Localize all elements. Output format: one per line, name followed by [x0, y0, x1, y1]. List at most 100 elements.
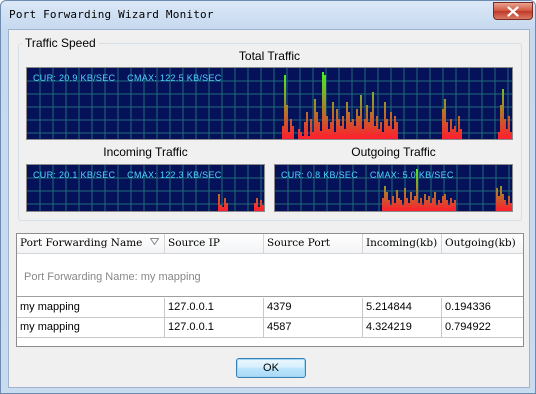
total-traffic-bar	[348, 112, 350, 139]
total-traffic-bar	[282, 126, 284, 139]
total-traffic-bar	[338, 119, 340, 139]
total-traffic-bar	[498, 132, 500, 139]
outgoing-traffic-bar	[414, 196, 416, 211]
total-traffic-bar	[362, 129, 364, 139]
total-traffic-bar	[290, 119, 292, 139]
total-traffic-bar	[356, 109, 358, 139]
table-row[interactable]: my mapping 127.0.0.1 4587 4.324219 0.794922	[17, 318, 523, 338]
outgoing-traffic-chart: CUR: 0.8 KB/SEC CMAX: 5.0 KB/SEC	[274, 164, 513, 212]
column-header-name[interactable]: Port Forwarding Name	[17, 234, 165, 254]
total-traffic-bar	[322, 72, 324, 139]
close-icon	[507, 5, 519, 17]
column-header-source-port[interactable]: Source Port	[264, 234, 363, 254]
table-cell: 0.794922	[445, 321, 491, 333]
total-traffic-bar	[328, 129, 330, 139]
incoming-traffic-bar	[256, 198, 258, 211]
traffic-speed-title: Traffic Speed	[22, 36, 99, 50]
outgoing-traffic-bar	[428, 196, 430, 211]
outgoing-traffic-bar	[434, 192, 436, 211]
group-row-label: Port Forwarding Name: my mapping	[24, 271, 201, 283]
total-cmax-value: CMAX: 122.5 KB/SEC	[127, 73, 222, 83]
total-traffic-bar	[302, 136, 304, 139]
outgoing-traffic-bar	[498, 196, 500, 211]
window-title: Port Forwarding Wizard Monitor	[9, 8, 214, 21]
close-button[interactable]	[493, 2, 533, 20]
table-cell: 5.214844	[363, 298, 442, 318]
outgoing-traffic-bar	[388, 200, 390, 211]
outgoing-traffic-bar	[418, 203, 420, 211]
outgoing-traffic-bar	[432, 198, 434, 211]
total-traffic-bar	[316, 112, 318, 139]
outgoing-traffic-bar	[398, 198, 400, 211]
total-traffic-bar	[444, 99, 446, 139]
column-header-name-label: Port Forwarding Name	[20, 237, 143, 249]
total-traffic-bar	[298, 129, 300, 139]
total-traffic-bar	[340, 126, 342, 139]
outgoing-traffic-bar	[420, 198, 422, 211]
total-traffic-bar	[354, 126, 356, 139]
title-bar[interactable]: Port Forwarding Wizard Monitor	[1, 1, 535, 29]
total-traffic-bar	[390, 112, 392, 139]
total-traffic-bar	[352, 119, 354, 139]
outgoing-traffic-bar	[384, 186, 386, 211]
outgoing-traffic-bar	[450, 198, 452, 211]
total-traffic-bar	[368, 122, 370, 139]
column-header-incoming[interactable]: Incoming(kb)	[363, 234, 442, 254]
total-traffic-bar	[330, 122, 332, 139]
total-traffic-bar	[342, 116, 344, 139]
incoming-traffic-bar	[218, 194, 220, 211]
total-traffic-bar	[288, 132, 290, 139]
column-header-source-ip[interactable]: Source IP	[165, 234, 264, 254]
column-header-outgoing[interactable]: Outgoing(kb)	[442, 234, 523, 254]
incoming-traffic-bar	[254, 203, 256, 211]
outgoing-traffic-bar	[506, 205, 508, 211]
outgoing-traffic-bar	[392, 196, 394, 211]
outgoing-traffic-bar	[402, 205, 404, 211]
outgoing-traffic-bar	[400, 200, 402, 211]
total-traffic-bar	[500, 105, 502, 139]
total-traffic-bar	[442, 109, 444, 139]
total-traffic-bar	[506, 129, 508, 139]
total-traffic-bar	[320, 131, 322, 139]
total-traffic-bar	[458, 116, 460, 139]
incoming-traffic-bar	[220, 205, 222, 211]
group-row[interactable]: Port Forwarding Name: my mapping	[17, 254, 523, 297]
total-traffic-bar	[336, 109, 338, 139]
table-cell: 0.194336	[445, 301, 491, 313]
total-traffic-bar	[306, 112, 308, 139]
table-row[interactable]: my mapping 127.0.0.1 4379 5.214844 0.194336	[17, 298, 523, 318]
outgoing-traffic-bar	[508, 196, 510, 211]
outgoing-traffic-bar	[430, 203, 432, 211]
table-cell: 4587	[264, 318, 363, 338]
total-traffic-bar	[286, 105, 288, 139]
dialog-body: Traffic Speed Total Traffic CUR: 20.9 KB…	[8, 29, 530, 388]
total-traffic-bar	[448, 132, 450, 139]
port-mapping-grid[interactable]: Port Forwarding Name Source IP Source Po…	[16, 233, 524, 347]
total-traffic-bar	[304, 122, 306, 139]
incoming-traffic-bar	[260, 200, 262, 211]
table-cell: my mapping	[17, 298, 165, 318]
outgoing-cur-value: CUR: 0.8 KB/SEC	[281, 170, 359, 180]
outgoing-traffic-readout: CUR: 0.8 KB/SEC CMAX: 5.0 KB/SEC	[281, 170, 463, 180]
total-traffic-bar	[310, 119, 312, 139]
outgoing-traffic-bar	[412, 200, 414, 211]
total-traffic-bar	[366, 105, 368, 139]
incoming-traffic-bar	[222, 207, 224, 211]
outgoing-cmax-value: CMAX: 5.0 KB/SEC	[369, 170, 454, 180]
total-traffic-bar	[372, 92, 374, 139]
outgoing-traffic-bar	[500, 186, 502, 211]
incoming-traffic-bar	[262, 205, 264, 211]
outgoing-traffic-bar	[382, 198, 384, 211]
table-cell: my mapping	[17, 318, 165, 338]
outgoing-traffic-bar	[440, 203, 442, 211]
table-cell: 4379	[264, 298, 363, 318]
outgoing-traffic-bar	[394, 203, 396, 211]
ok-button[interactable]: OK	[236, 358, 306, 378]
sort-descending-icon	[150, 238, 159, 245]
outgoing-traffic-bar	[446, 200, 448, 211]
total-traffic-bar	[370, 112, 372, 139]
total-traffic-bar	[326, 116, 328, 139]
total-traffic-bar	[308, 136, 310, 139]
table-cell: 4.324219	[363, 318, 442, 338]
total-traffic-bar	[386, 119, 388, 139]
